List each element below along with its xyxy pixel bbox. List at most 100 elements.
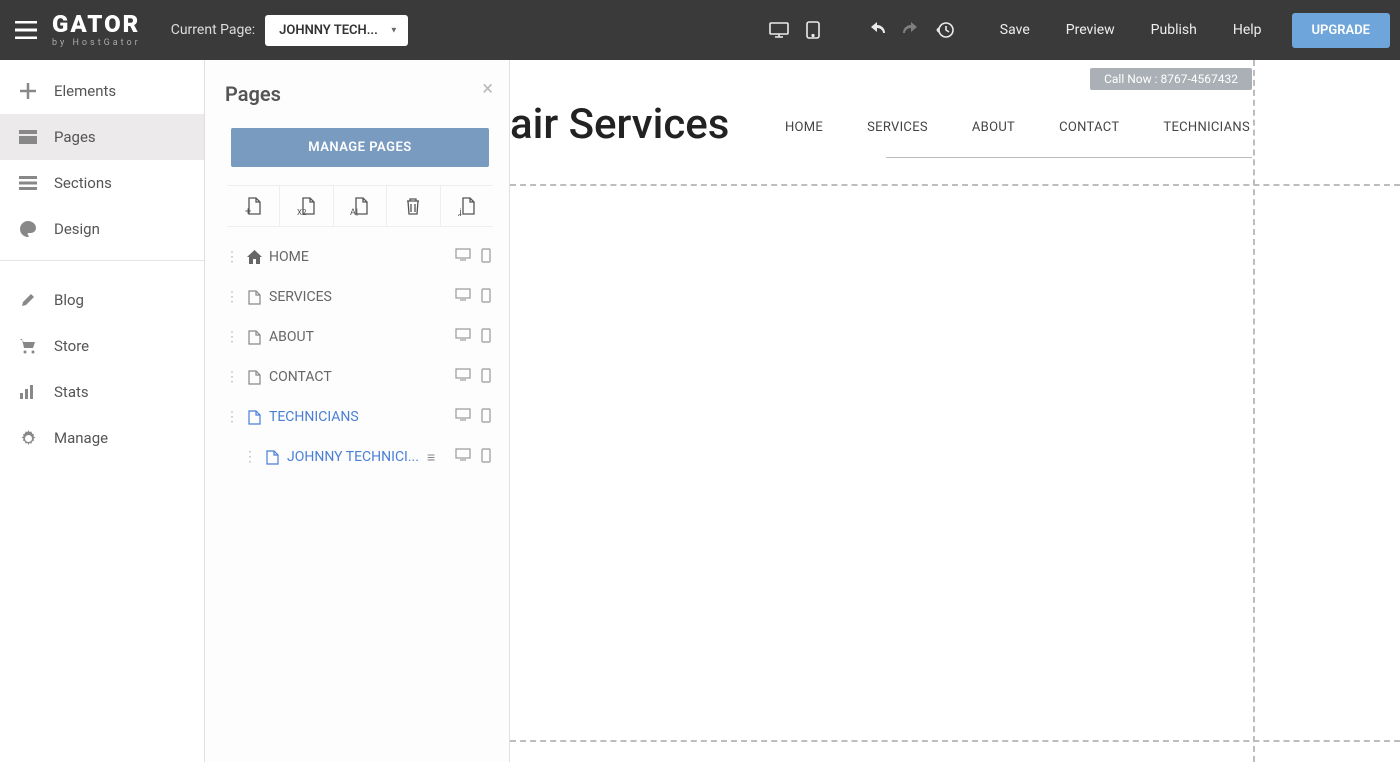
pages-icon	[14, 130, 42, 144]
save-button[interactable]: Save	[982, 22, 1048, 38]
site-nav-home[interactable]: HOME	[785, 120, 823, 135]
nav-label: Stats	[54, 383, 89, 401]
svg-text:X2: X2	[297, 208, 307, 216]
logo-text: GATOR	[52, 12, 141, 36]
sections-icon	[14, 176, 42, 190]
plus-icon	[14, 82, 42, 100]
mobile-icon[interactable]	[481, 448, 491, 467]
desktop-view-icon[interactable]	[762, 13, 796, 47]
drag-handle-icon[interactable]: ⋮	[225, 369, 239, 385]
page-name: CONTACT	[269, 369, 455, 385]
page-row-home[interactable]: ⋮ HOME	[225, 237, 495, 277]
page-row-services[interactable]: ⋮ SERVICES	[225, 277, 495, 317]
preview-button[interactable]: Preview	[1048, 22, 1133, 38]
divider	[0, 260, 204, 261]
history-icon[interactable]	[928, 13, 962, 47]
help-button[interactable]: Help	[1215, 22, 1280, 38]
drag-handle-icon[interactable]: ⋮	[225, 249, 239, 265]
page-name: JOHNNY TECHNICI...	[287, 449, 427, 465]
nav-label: Elements	[54, 82, 116, 100]
sidebar-item-stats[interactable]: Stats	[0, 369, 204, 415]
svg-text:+: +	[245, 205, 251, 216]
rename-page-icon[interactable]: A|	[334, 186, 387, 226]
page-list: ⋮ HOME ⋮ SERVICES ⋮ ABOUT	[225, 237, 495, 477]
page-name: ABOUT	[269, 329, 455, 345]
logo-subtext: by HostGator	[52, 38, 141, 48]
sidebar-item-elements[interactable]: Elements	[0, 68, 204, 114]
desktop-icon[interactable]	[455, 368, 471, 387]
desktop-icon[interactable]	[455, 408, 471, 427]
nav-label: Design	[54, 220, 100, 238]
undo-icon[interactable]	[860, 13, 894, 47]
sidebar-item-blog[interactable]: Blog	[0, 277, 204, 323]
nav-label: Manage	[54, 429, 108, 447]
svg-text:ʝ: ʝ	[458, 208, 462, 216]
nav-label: Blog	[54, 291, 84, 309]
menu-icon[interactable]	[10, 14, 42, 46]
nav-label: Store	[54, 337, 89, 355]
drag-handle-icon[interactable]: ⋮	[243, 449, 257, 465]
mobile-icon[interactable]	[481, 408, 491, 427]
drag-handle-icon[interactable]: ⋮	[225, 409, 239, 425]
upgrade-button[interactable]: UPGRADE	[1292, 13, 1390, 48]
mobile-icon[interactable]	[481, 368, 491, 387]
drag-handle-icon[interactable]: ⋮	[225, 289, 239, 305]
home-icon	[243, 250, 265, 264]
page-code-icon[interactable]: ʝ	[441, 186, 493, 226]
page-row-contact[interactable]: ⋮ CONTACT	[225, 357, 495, 397]
mobile-view-icon[interactable]	[796, 13, 830, 47]
desktop-icon[interactable]	[455, 328, 471, 347]
page-row-technicians[interactable]: ⋮ TECHNICIANS	[225, 397, 495, 437]
sidebar-item-design[interactable]: Design	[0, 206, 204, 252]
file-icon	[243, 410, 265, 425]
mobile-icon[interactable]	[481, 248, 491, 267]
duplicate-page-icon[interactable]: X2	[280, 186, 333, 226]
publish-button[interactable]: Publish	[1133, 22, 1215, 38]
sidebar-item-store[interactable]: Store	[0, 323, 204, 369]
file-icon	[243, 370, 265, 385]
nav-underline	[886, 157, 1252, 158]
page-menu-icon[interactable]: ≡	[427, 449, 445, 466]
desktop-icon[interactable]	[455, 288, 471, 307]
sidebar-item-pages[interactable]: Pages	[0, 114, 204, 160]
drag-handle-icon[interactable]: ⋮	[225, 329, 239, 345]
nav-label: Sections	[54, 174, 112, 192]
guide-line	[510, 184, 1400, 186]
pages-panel: Pages × MANAGE PAGES + X2 A| ʝ ⋮ HOME ⋮	[205, 60, 510, 762]
file-icon	[243, 290, 265, 305]
manage-pages-button[interactable]: MANAGE PAGES	[231, 128, 489, 167]
sidebar-item-sections[interactable]: Sections	[0, 160, 204, 206]
close-icon[interactable]: ×	[482, 78, 493, 98]
page-name: SERVICES	[269, 289, 455, 305]
mobile-icon[interactable]	[481, 288, 491, 307]
guide-line	[510, 740, 1400, 742]
site-nav-services[interactable]: SERVICES	[867, 120, 928, 135]
cart-icon	[14, 338, 42, 354]
sidebar-item-manage[interactable]: Manage	[0, 415, 204, 461]
panel-title: Pages	[225, 82, 495, 106]
delete-page-icon[interactable]	[387, 186, 440, 226]
page-row-johnny-technician[interactable]: ⋮ JOHNNY TECHNICI... ≡	[225, 437, 495, 477]
redo-icon	[894, 13, 928, 47]
site-nav-technicians[interactable]: TECHNICIANS	[1163, 120, 1250, 135]
call-now-badge[interactable]: Call Now : 8767-4567432	[1090, 68, 1252, 90]
pencil-icon	[14, 292, 42, 308]
current-page-selector[interactable]: JOHNNY TECH...	[265, 15, 408, 46]
current-page-value: JOHNNY TECH...	[279, 23, 378, 38]
gear-icon	[14, 430, 42, 447]
desktop-icon[interactable]	[455, 248, 471, 267]
site-title[interactable]: air Services	[510, 100, 729, 149]
editor-canvas[interactable]: Call Now : 8767-4567432 air Services HOM…	[510, 60, 1400, 762]
svg-text:A|: A|	[350, 208, 358, 216]
site-nav-about[interactable]: ABOUT	[972, 120, 1015, 135]
current-page-label: Current Page:	[171, 22, 255, 38]
desktop-icon[interactable]	[455, 448, 471, 467]
add-page-icon[interactable]: +	[227, 186, 280, 226]
file-icon	[261, 450, 283, 465]
page-row-about[interactable]: ⋮ ABOUT	[225, 317, 495, 357]
site-nav-contact[interactable]: CONTACT	[1059, 120, 1119, 135]
page-name: TECHNICIANS	[269, 409, 455, 425]
page-action-bar: + X2 A| ʝ	[227, 185, 493, 227]
mobile-icon[interactable]	[481, 328, 491, 347]
page-name: HOME	[269, 249, 455, 265]
